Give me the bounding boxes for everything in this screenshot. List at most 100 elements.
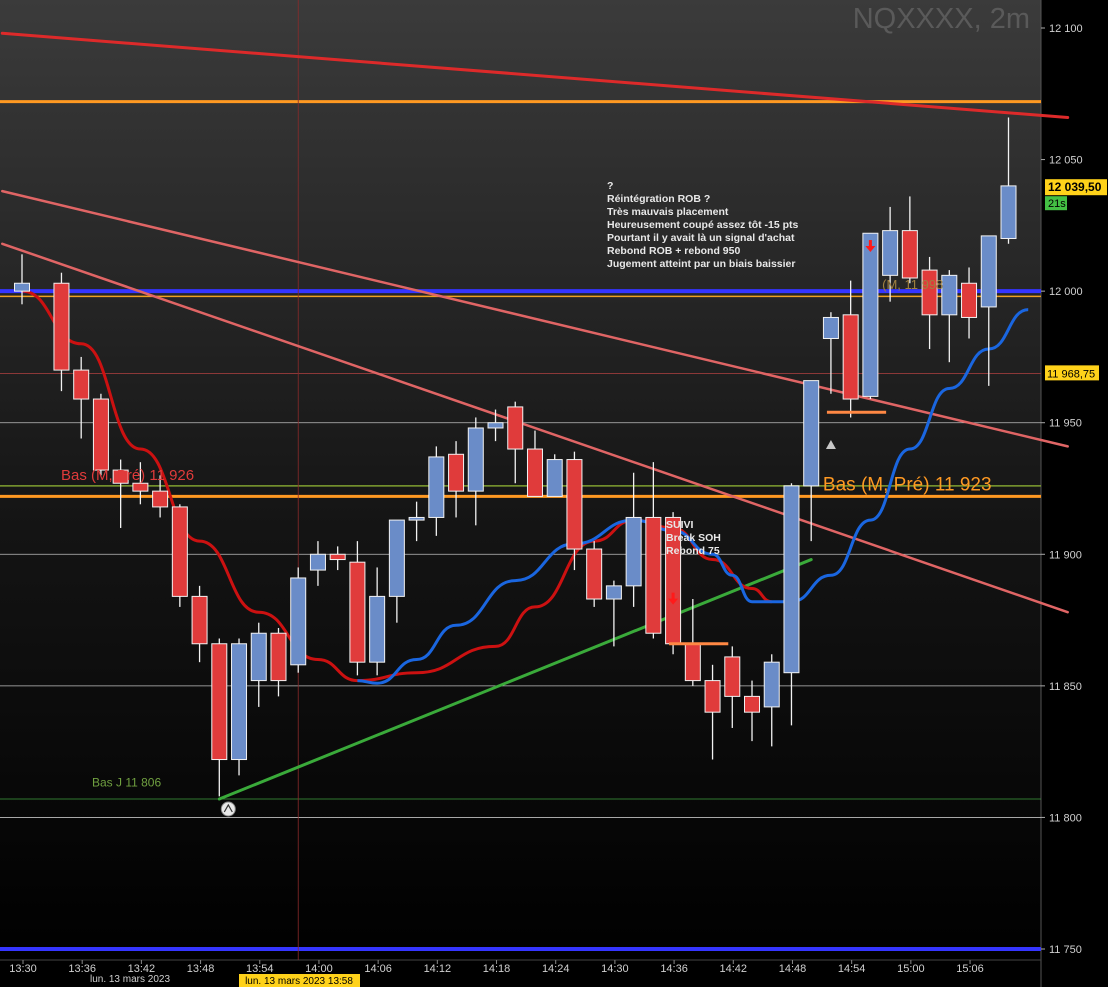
candle-body — [980, 235, 997, 308]
candle-body — [901, 230, 918, 279]
rob-annotation-line: Heureusement coupé assez tôt -15 pts — [607, 219, 799, 231]
candle-body — [408, 516, 425, 521]
candle-body — [566, 459, 583, 550]
candle-body — [586, 548, 603, 600]
candle-body — [369, 595, 386, 663]
candle-1424[interactable] — [546, 454, 563, 497]
price-axis-background — [1041, 0, 1108, 987]
candle-body — [349, 561, 366, 663]
last-price-label: 12 039,50 — [1048, 180, 1102, 194]
candle-body — [171, 506, 188, 597]
candle-1338[interactable] — [92, 393, 109, 476]
candle-body — [546, 459, 563, 497]
candle-body — [605, 585, 622, 600]
candle-body — [526, 448, 543, 497]
rob-annotation: ? Réintégration ROB ? Très mauvais placeme… — [607, 180, 798, 271]
candle-body — [132, 482, 149, 492]
bar-timer-label: 21s — [1048, 198, 1066, 210]
candle-body — [92, 398, 109, 471]
candle-body — [507, 406, 524, 450]
time-tick-label: 15:06 — [956, 963, 984, 975]
candle-1346[interactable] — [171, 504, 188, 607]
candlestick-chart[interactable]: Bas (M, Pré) 11 926 Bas (M, Pré) 11 923 (M… — [0, 0, 1108, 987]
price-tick-label: 11 750 — [1049, 944, 1082, 956]
time-tick-label: 14:24 — [542, 963, 570, 975]
candle-body — [684, 643, 701, 682]
candle-1352[interactable] — [231, 638, 248, 776]
candle-body — [270, 632, 287, 682]
marker-price-tag: 11 968,75 — [1045, 365, 1099, 381]
candle-body — [388, 519, 405, 597]
time-tick-label: 13:54 — [246, 963, 274, 975]
price-tick-label: 12 050 — [1049, 155, 1083, 167]
candle-body — [14, 282, 30, 292]
candle-body — [882, 230, 899, 276]
time-tick-label: 14:06 — [364, 963, 392, 975]
candle-body — [783, 485, 800, 674]
suivi-annotation-line: Rebond 75 — [666, 545, 720, 557]
rob-annotation-line: Jugement atteint par un biais baissier — [607, 258, 796, 270]
time-tick-label: 14:54 — [838, 963, 866, 975]
marker-price-label: 11 968,75 — [1047, 368, 1095, 380]
candle-body — [625, 516, 642, 587]
date-label: lun. 13 mars 2023 — [90, 974, 170, 985]
candle-body — [822, 316, 839, 340]
low-marker-icon — [220, 801, 236, 817]
time-tick-label: 14:48 — [779, 963, 807, 975]
time-tick-label: 13:30 — [9, 963, 37, 975]
candle-body — [961, 282, 978, 318]
rob-annotation-line: Très mauvais placement — [607, 206, 729, 218]
bas-j-11806-label: Bas J 11 806 — [92, 776, 161, 790]
price-tick-label: 11 900 — [1049, 549, 1082, 561]
rob-annotation-line: ? — [607, 180, 614, 192]
price-tick-label: 11 800 — [1049, 812, 1082, 824]
rob-annotation-line: Pourtant il y avait là un signal d'achat — [607, 232, 795, 244]
candle-body — [862, 232, 879, 397]
price-tick-label: 11 950 — [1049, 418, 1082, 430]
time-tick-label: 14:36 — [660, 963, 688, 975]
candle-1456[interactable] — [862, 232, 879, 400]
time-tick-label: 14:42 — [720, 963, 748, 975]
candle-body — [290, 577, 307, 666]
candle-1358[interactable] — [290, 567, 307, 673]
time-tick-label: 14:00 — [305, 963, 333, 975]
candle-body — [744, 695, 761, 713]
candle-body — [803, 380, 820, 487]
price-tick-label: 11 850 — [1049, 681, 1082, 693]
crosshair-time-tag: lun. 13 mars 2023 13:58 — [239, 974, 360, 987]
candle-body — [645, 516, 662, 634]
bas-pre-11926-label: Bas (M, Pré) 11 926 — [61, 467, 194, 484]
arrow-shaft — [868, 240, 872, 248]
candle-body — [704, 680, 721, 713]
time-tick-label: 14:12 — [424, 963, 452, 975]
suivi-annotation-line: SUIVI — [666, 519, 694, 531]
candle-body — [211, 643, 228, 761]
crosshair-time-label: lun. 13 mars 2023 13:58 — [245, 976, 353, 987]
price-tick-label: 12 100 — [1049, 23, 1083, 35]
time-tick-label: 15:00 — [897, 963, 925, 975]
candle-1428[interactable] — [586, 541, 603, 607]
candle-body — [467, 427, 484, 492]
candle-body — [231, 643, 248, 761]
bas-pre-11923-label: Bas (M, Pré) 11 923 — [823, 474, 992, 495]
suivi-annotation: SUIVI Break SOH Rebond 75 — [666, 519, 721, 558]
rob-annotation-line: Réintégration ROB ? — [607, 193, 711, 205]
rob-annotation-line: Rebond ROB + rebond 950 — [607, 245, 741, 257]
bas-m-11998-label: (M, 11 998 — [882, 277, 943, 292]
time-tick-label: 14:18 — [483, 963, 511, 975]
candle-body — [428, 456, 445, 518]
candle-body — [448, 453, 465, 492]
candle-body — [1000, 185, 1017, 240]
candle-body — [152, 490, 169, 508]
candle-body — [53, 282, 70, 371]
candle-body — [724, 656, 741, 697]
suivi-annotation-line: Break SOH — [666, 532, 721, 544]
candle-body — [487, 422, 504, 429]
candle-body — [842, 314, 859, 400]
price-tick-label: 12 000 — [1049, 286, 1083, 298]
candle-body — [763, 661, 780, 708]
candle-body — [941, 274, 958, 316]
chart-title: NQXXXX, 2m — [853, 3, 1030, 35]
candle-body — [191, 595, 208, 645]
time-tick-label: 14:30 — [601, 963, 629, 975]
